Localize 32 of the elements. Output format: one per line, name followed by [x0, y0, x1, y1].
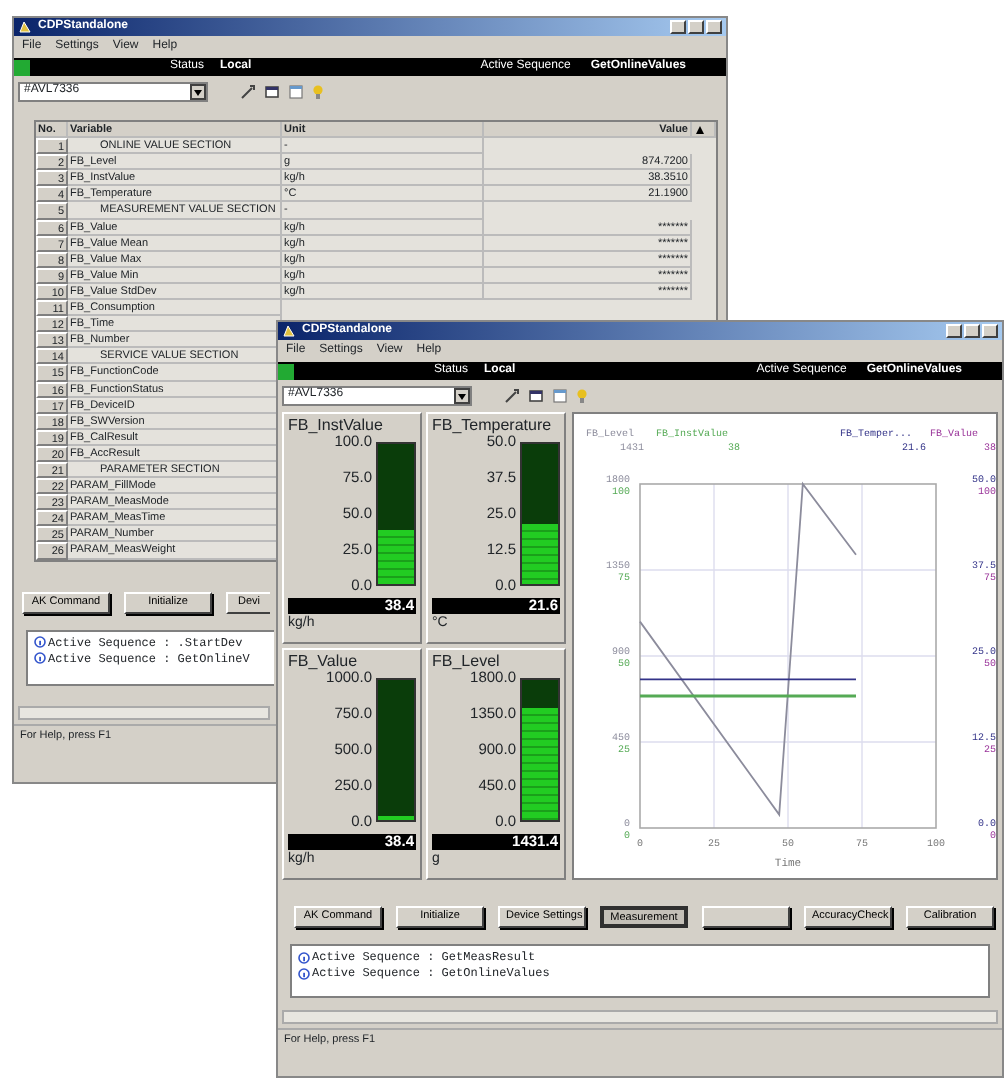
- horizontal-scrollbar[interactable]: [18, 705, 270, 720]
- info-icon: [34, 652, 46, 665]
- app-icon: [18, 20, 32, 34]
- caret-icon: [192, 85, 204, 98]
- list-icon: [288, 83, 304, 99]
- bulb-icon: [576, 387, 588, 403]
- gauge-title: FB_InstValue: [288, 416, 385, 434]
- gauge-title: FB_Value: [288, 652, 360, 670]
- status-indicator: [14, 59, 30, 75]
- window-icon: [528, 387, 544, 403]
- close-button[interactable]: [706, 20, 722, 34]
- scroll-up-button[interactable]: [692, 122, 716, 139]
- gauge-title: FB_Temperature: [432, 416, 554, 434]
- bulb-icon: [312, 83, 324, 99]
- horizontal-scrollbar[interactable]: [282, 1010, 998, 1024]
- gauge-title: FB_Level: [432, 652, 502, 670]
- maximize-button[interactable]: [964, 324, 980, 338]
- command-button[interactable]: [702, 906, 790, 928]
- maximize-button[interactable]: [688, 20, 704, 34]
- info-icon: [298, 951, 310, 963]
- minimize-button[interactable]: [946, 324, 962, 338]
- info-icon: [298, 967, 310, 979]
- info-icon: [34, 636, 46, 649]
- wand-icon: [504, 387, 520, 403]
- list-icon: [552, 387, 568, 403]
- wand-icon: [240, 83, 256, 99]
- window-icon: [264, 83, 280, 99]
- minimize-button[interactable]: [670, 20, 686, 34]
- close-button[interactable]: [982, 324, 998, 338]
- caret-icon: [456, 389, 468, 402]
- app-icon: [282, 324, 296, 338]
- status-indicator: [278, 363, 294, 379]
